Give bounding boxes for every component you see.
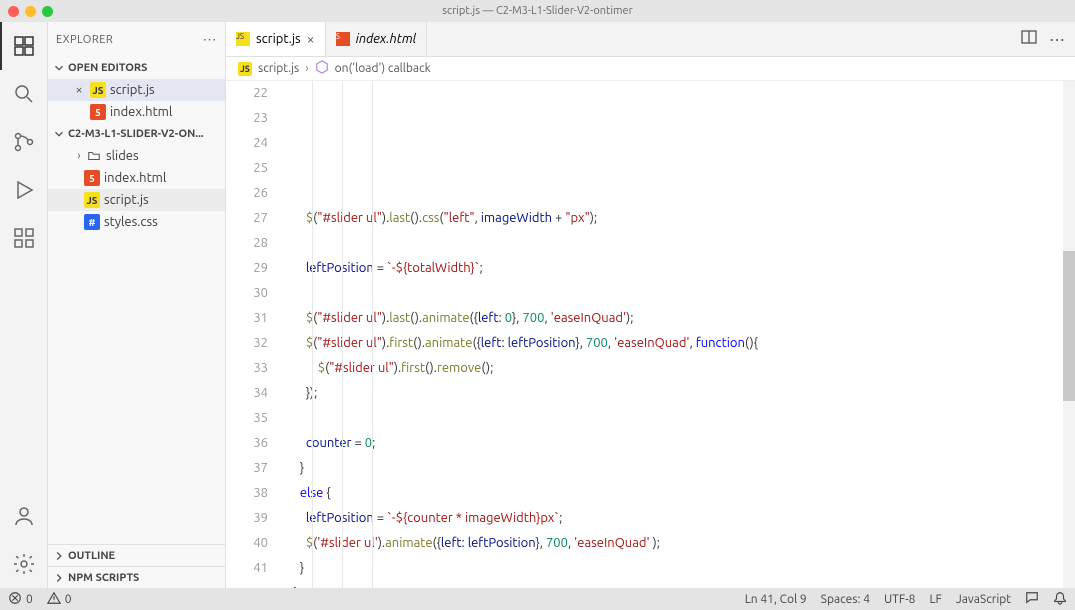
sidebar-title: EXPLORER	[56, 34, 113, 46]
code-line[interactable]: }	[282, 581, 1063, 588]
npm-scripts-section[interactable]: NPM SCRIPTS	[48, 566, 225, 588]
npm-scripts-label: NPM SCRIPTS	[68, 572, 139, 584]
tab-bar: JS script.js × 5 index.html ⋯	[226, 22, 1075, 57]
tree-file-stylescss[interactable]: # styles.css	[48, 211, 225, 233]
code-line[interactable]	[282, 281, 1063, 306]
close-tab-icon[interactable]: ×	[307, 31, 315, 47]
errors-status[interactable]	[8, 591, 22, 608]
code-line[interactable]: $("#slider ul").last().animate({left: 0}…	[282, 306, 1063, 331]
run-activity[interactable]	[0, 166, 47, 214]
tab-label: script.js	[256, 32, 301, 46]
cursor-position[interactable]: Ln 41, Col 9	[745, 593, 807, 606]
js-file-icon: JS	[236, 32, 250, 46]
open-editor-label: index.html	[110, 105, 172, 119]
code-line[interactable]: $("#slider ul").last().css("left", image…	[282, 206, 1063, 231]
breadcrumb[interactable]: JS script.js › on('load') callback	[226, 57, 1075, 81]
html-file-icon: 5	[90, 104, 106, 120]
tab-label: index.html	[356, 32, 417, 46]
code-line[interactable]: $("#slider ul").first().animate({left: l…	[282, 331, 1063, 356]
code-line[interactable]: }	[282, 556, 1063, 581]
tab-scriptjs[interactable]: JS script.js ×	[226, 22, 326, 56]
open-editor-label: script.js	[110, 83, 155, 97]
open-editors-tree: × JS script.js 5 index.html	[48, 79, 225, 123]
search-activity[interactable]	[0, 70, 47, 118]
indentation-status[interactable]: Spaces: 4	[821, 593, 870, 606]
scm-activity[interactable]	[0, 118, 47, 166]
tree-item-label: index.html	[104, 171, 166, 185]
scrollbar-thumb[interactable]	[1063, 251, 1075, 401]
code-content[interactable]: $("#slider ul").last().css("left", image…	[282, 81, 1063, 588]
tab-indexhtml[interactable]: 5 index.html	[326, 22, 428, 56]
folder-section[interactable]: C2-M3-L1-SLIDER-V2-ON...	[48, 123, 225, 145]
symbol-icon	[315, 60, 329, 77]
code-line[interactable]: });	[282, 381, 1063, 406]
tree-item-label: script.js	[104, 193, 149, 207]
code-line[interactable]: else {	[282, 481, 1063, 506]
language-status[interactable]: JavaScript	[956, 593, 1011, 606]
open-editor-scriptjs[interactable]: × JS script.js	[48, 79, 225, 101]
folder-icon	[86, 148, 102, 164]
minimize-window-icon[interactable]	[25, 6, 36, 17]
html-file-icon: 5	[84, 170, 100, 186]
window-controls	[0, 6, 53, 17]
warnings-status[interactable]	[47, 591, 61, 608]
feedback-icon[interactable]	[1025, 591, 1039, 608]
close-window-icon[interactable]	[8, 6, 19, 17]
open-editors-section[interactable]: OPEN EDITORS	[48, 57, 225, 79]
notifications-icon[interactable]	[1053, 591, 1067, 608]
warnings-count: 0	[65, 593, 72, 606]
code-line[interactable]: counter = 0;	[282, 431, 1063, 456]
tree-file-indexhtml[interactable]: 5 index.html	[48, 167, 225, 189]
code-line[interactable]: $('#slider ul').animate({left: leftPosit…	[282, 531, 1063, 556]
code-line[interactable]	[282, 406, 1063, 431]
editor-actions: ⋯	[1011, 22, 1075, 56]
explorer-activity[interactable]	[0, 22, 47, 70]
tree-item-label: slides	[106, 149, 139, 163]
activity-bar	[0, 22, 48, 588]
open-editor-indexhtml[interactable]: 5 index.html	[48, 101, 225, 123]
editor-area: JS script.js × 5 index.html ⋯ JS script.…	[226, 22, 1075, 588]
titlebar: script.js — C2-M3-L1-Slider-V2-ontimer	[0, 0, 1075, 22]
errors-count: 0	[26, 593, 33, 606]
breadcrumb-file[interactable]: script.js	[258, 62, 299, 75]
tree-file-scriptjs[interactable]: JS script.js	[48, 189, 225, 211]
sidebar: EXPLORER ⋯ OPEN EDITORS × JS script.js 5…	[48, 22, 226, 588]
line-gutter: 2223242526272829303132333435363738394041	[226, 81, 282, 588]
js-file-icon: JS	[238, 62, 252, 76]
split-editor-icon[interactable]	[1021, 29, 1037, 49]
scrollbar[interactable]	[1063, 81, 1075, 588]
open-editors-label: OPEN EDITORS	[68, 62, 147, 74]
css-file-icon: #	[84, 214, 100, 230]
outline-section[interactable]: OUTLINE	[48, 544, 225, 566]
settings-activity[interactable]	[0, 540, 47, 588]
code-line[interactable]: leftPosition = `-${totalWidth}`;	[282, 256, 1063, 281]
js-file-icon: JS	[90, 82, 106, 98]
account-activity[interactable]	[0, 492, 47, 540]
extensions-activity[interactable]	[0, 214, 47, 262]
eol-status[interactable]: LF	[929, 593, 941, 606]
js-file-icon: JS	[84, 192, 100, 208]
code-line[interactable]	[282, 231, 1063, 256]
breadcrumb-separator: ›	[305, 62, 308, 75]
breadcrumb-symbol[interactable]: on('load') callback	[335, 62, 431, 75]
code-line[interactable]: $("#slider ul").first().remove();	[282, 356, 1063, 381]
tree-folder-slides[interactable]: › slides	[48, 145, 225, 167]
window-title: script.js — C2-M3-L1-Slider-V2-ontimer	[0, 5, 1075, 17]
sidebar-more-icon[interactable]: ⋯	[203, 31, 218, 48]
sidebar-header: EXPLORER ⋯	[48, 22, 225, 57]
outline-label: OUTLINE	[68, 550, 115, 562]
folder-tree: › slides 5 index.html JS script.js # sty…	[48, 145, 225, 233]
close-icon[interactable]: ×	[72, 83, 86, 97]
more-actions-icon[interactable]: ⋯	[1049, 30, 1065, 49]
maximize-window-icon[interactable]	[42, 6, 53, 17]
status-bar: 0 0 Ln 41, Col 9 Spaces: 4 UTF-8 LF Java…	[0, 588, 1075, 610]
chevron-right-icon: ›	[72, 150, 86, 162]
html-file-icon: 5	[336, 32, 350, 46]
encoding-status[interactable]: UTF-8	[884, 593, 915, 606]
code-line[interactable]: leftPosition = `-${counter * imageWidth}…	[282, 506, 1063, 531]
code-editor[interactable]: 2223242526272829303132333435363738394041…	[226, 81, 1075, 588]
folder-name: C2-M3-L1-SLIDER-V2-ON...	[68, 128, 203, 140]
tree-item-label: styles.css	[104, 215, 158, 229]
code-line[interactable]: }	[282, 456, 1063, 481]
